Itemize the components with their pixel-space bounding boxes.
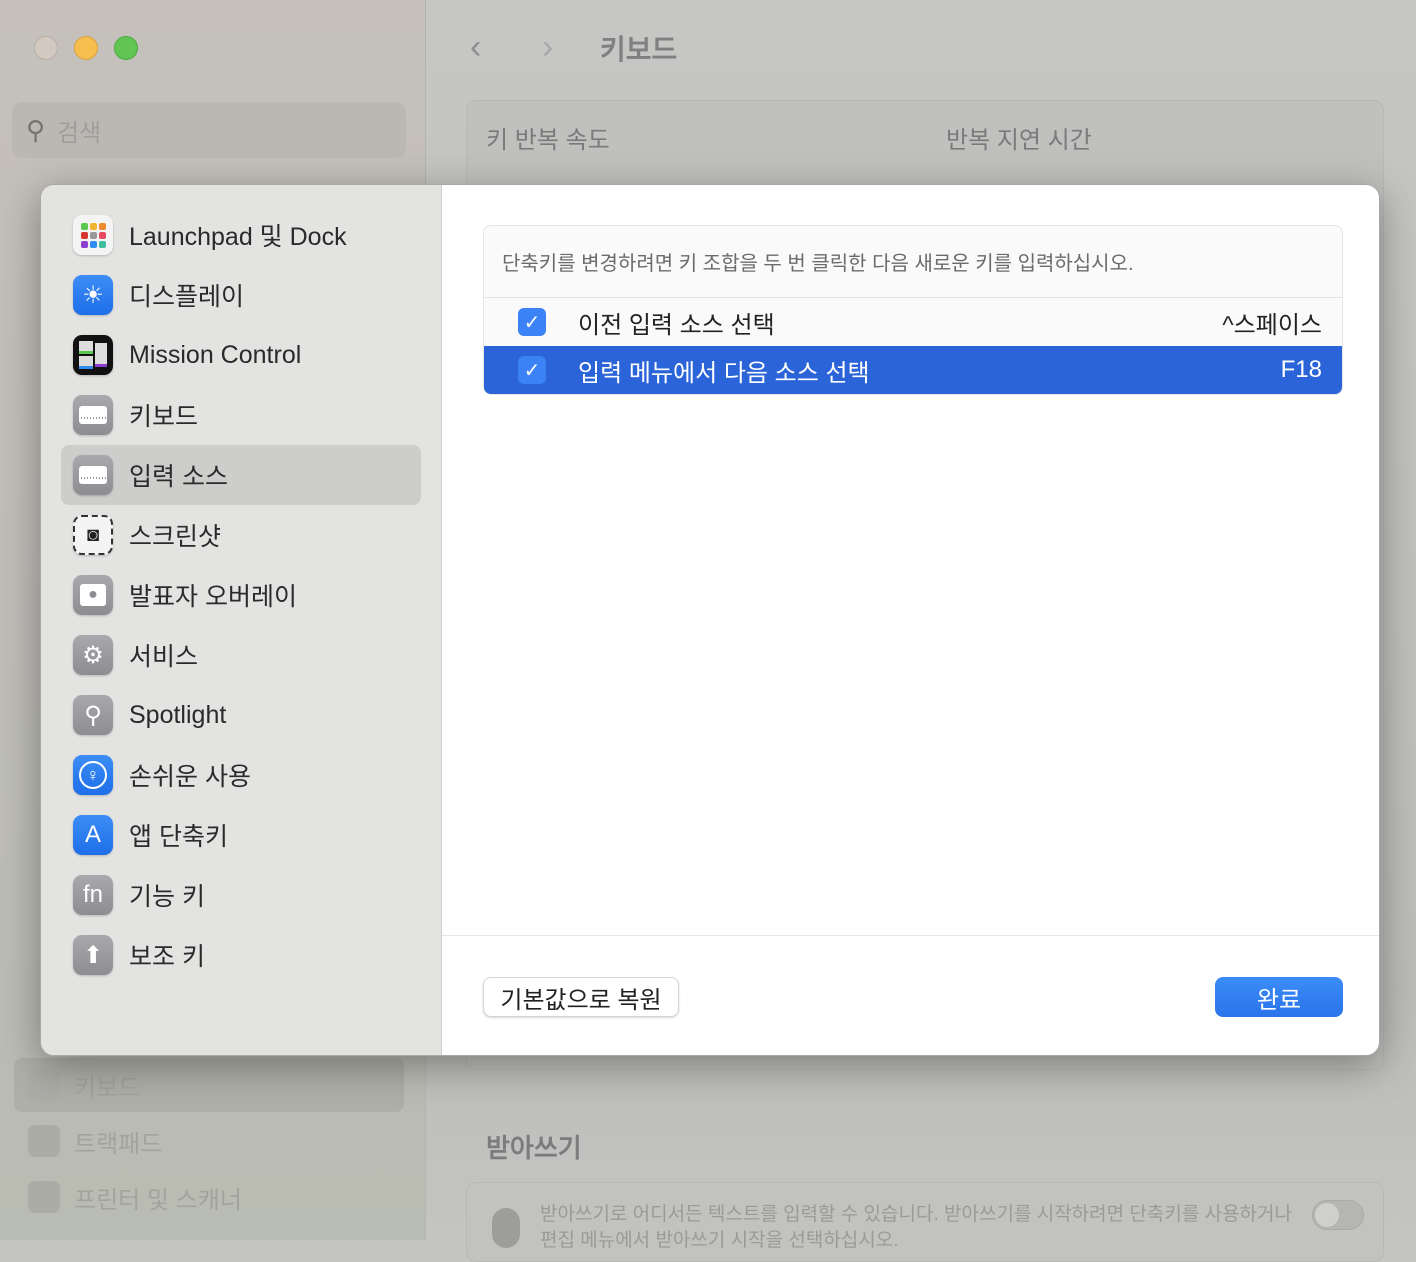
sidebar-item-screenshots[interactable]: ◙ 스크린샷 (61, 505, 421, 565)
shortcuts-list: 단축키를 변경하려면 키 조합을 두 번 클릭한 다음 새로운 키를 입력하십시… (483, 225, 1343, 395)
bg-sidebar-item-trackpad[interactable]: 트랙패드 (14, 1114, 404, 1168)
sidebar-item-app-shortcuts[interactable]: A앱 단축키 (61, 805, 421, 865)
keyboard-icon (28, 1069, 60, 1101)
shortcut-key[interactable]: F18 (1281, 356, 1322, 384)
bg-sidebar-item-keyboard[interactable]: 키보드 (14, 1058, 404, 1112)
forward-button[interactable]: › (542, 28, 553, 67)
shift-arrow-icon: ⬆ (73, 935, 113, 975)
search-placeholder: 검색 (57, 119, 102, 147)
search-icon: ⚲ (26, 114, 46, 145)
zoom-button[interactable] (114, 36, 138, 60)
sidebar-item-services[interactable]: ⚙ 서비스 (61, 625, 421, 685)
shortcut-checkbox[interactable]: ✓ (518, 308, 546, 336)
sidebar-item-accessibility[interactable]: ♀ 손쉬운 사용 (61, 745, 421, 805)
sidebar-item-presenter-overlay[interactable]: ● 발표자 오버레이 (61, 565, 421, 625)
spotlight-icon: ⚲ (73, 695, 113, 735)
bg-sidebar-item-printers[interactable]: 프린터 및 스캐너 (14, 1170, 404, 1224)
sidebar-item-function-keys[interactable]: fn 기능 키 (61, 865, 421, 925)
shortcuts-sidebar: Launchpad 및 Dock ☀ 디스플레이 Mission Control … (41, 185, 442, 1055)
app-store-icon: A (73, 815, 113, 855)
accessibility-icon: ♀ (73, 755, 113, 795)
presenter-overlay-icon: ● (73, 575, 113, 615)
sidebar-item-mission-control[interactable]: Mission Control (61, 325, 421, 385)
restore-defaults-button[interactable]: 기본값으로 복원 (483, 977, 679, 1017)
mission-control-icon (73, 335, 113, 375)
gears-icon: ⚙ (73, 635, 113, 675)
shortcut-label: 입력 메뉴에서 다음 소스 선택 (578, 359, 870, 387)
shortcut-checkbox[interactable]: ✓ (518, 356, 546, 384)
screenshot-icon: ◙ (73, 515, 113, 555)
back-button[interactable]: ‹ (470, 28, 481, 67)
trackpad-icon (28, 1125, 60, 1157)
sidebar-item-input-sources[interactable]: 입력 소스 (61, 445, 421, 505)
sidebar-item-keyboard[interactable]: 키보드 (61, 385, 421, 445)
printer-icon (28, 1181, 60, 1213)
minimize-button[interactable] (74, 36, 98, 60)
shortcut-key[interactable]: ^스페이스 (1222, 305, 1322, 340)
shortcuts-panel: 단축키를 변경하려면 키 조합을 두 번 클릭한 다음 새로운 키를 입력하십시… (442, 185, 1379, 1055)
display-icon: ☀ (73, 275, 113, 315)
search-field[interactable]: ⚲ 검색 (12, 102, 406, 158)
done-button[interactable]: 완료 (1215, 977, 1343, 1017)
shortcut-row[interactable]: ✓ 이전 입력 소스 선택 ^스페이스 (484, 298, 1342, 346)
sidebar-item-spotlight[interactable]: ⚲ Spotlight (61, 685, 421, 745)
shortcut-hint: 단축키를 변경하려면 키 조합을 두 번 클릭한 다음 새로운 키를 입력하십시… (484, 226, 1342, 298)
sidebar-item-launchpad[interactable]: Launchpad 및 Dock (61, 205, 421, 265)
key-repeat-label: 키 반복 속도 (486, 127, 610, 154)
dictation-toggle[interactable] (1312, 1200, 1364, 1230)
close-button[interactable] (34, 36, 58, 60)
window-title: 키보드 (600, 34, 678, 65)
microphone-icon (492, 1208, 520, 1248)
shortcut-row[interactable]: ✓ 입력 메뉴에서 다음 소스 선택 F18 (484, 346, 1342, 394)
keyboard-icon (73, 455, 113, 495)
shortcut-label: 이전 입력 소스 선택 (578, 311, 775, 339)
keyboard-shortcuts-sheet: Launchpad 및 Dock ☀ 디스플레이 Mission Control … (40, 184, 1380, 1056)
dictation-description: 받아쓰기로 어디서든 텍스트를 입력할 수 있습니다. 받아쓰기를 시작하려면 … (540, 1204, 1292, 1251)
launchpad-icon (73, 215, 113, 255)
sidebar-item-modifier-keys[interactable]: ⬆ 보조 키 (61, 925, 421, 985)
footer-divider (442, 935, 1379, 936)
fn-icon: fn (73, 875, 113, 915)
dictation-title: 받아쓰기 (486, 1133, 582, 1163)
sidebar-item-display[interactable]: ☀ 디스플레이 (61, 265, 421, 325)
repeat-delay-label: 반복 지연 시간 (946, 127, 1092, 154)
keyboard-icon (73, 395, 113, 435)
